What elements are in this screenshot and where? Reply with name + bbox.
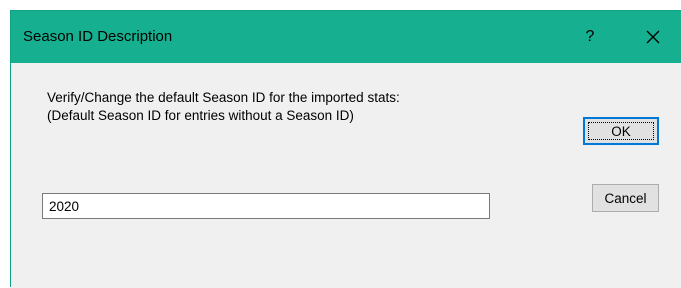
close-button[interactable] <box>625 11 681 63</box>
help-icon: ? <box>585 28 595 45</box>
dialog-title: Season ID Description <box>23 28 173 45</box>
dialog-body: Verify/Change the default Season ID for … <box>11 63 681 288</box>
dialog-titlebar[interactable]: Season ID Description ? <box>11 11 681 63</box>
help-button[interactable]: ? <box>567 11 613 63</box>
season-id-dialog: Season ID Description ? Verify/Change th… <box>10 10 681 288</box>
cancel-button[interactable]: Cancel <box>592 184 659 212</box>
close-icon <box>646 30 660 44</box>
ok-button-label: OK <box>611 123 631 139</box>
prompt-text-line2: (Default Season ID for entries without a… <box>47 108 354 123</box>
ok-button[interactable]: OK <box>583 117 659 145</box>
cancel-button-label: Cancel <box>604 190 647 206</box>
season-id-input[interactable] <box>42 193 490 219</box>
prompt-text-line1: Verify/Change the default Season ID for … <box>47 90 400 105</box>
